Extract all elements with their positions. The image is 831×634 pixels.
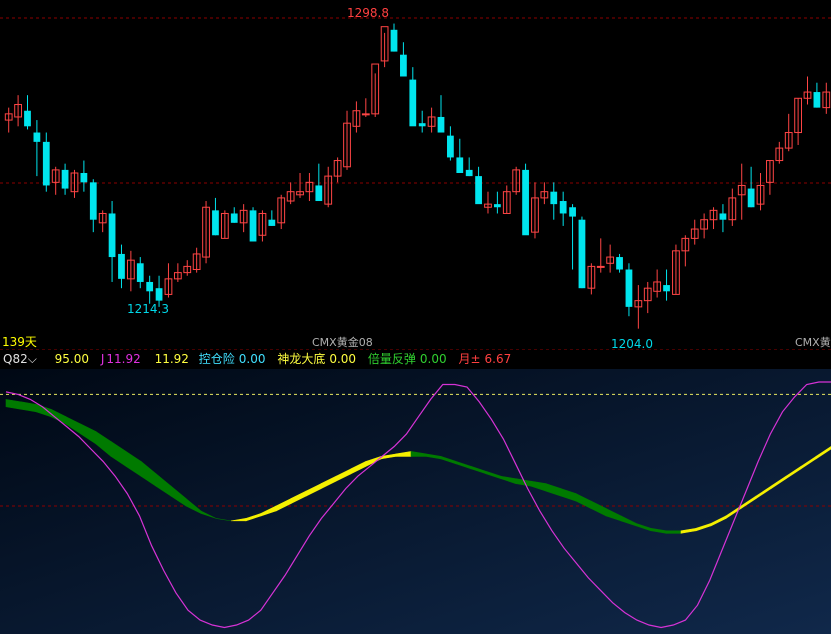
candle-body-76 [719,213,727,220]
symbol-label-right: CMX黄金 [795,335,831,349]
candle-body-22 [212,210,219,236]
candle-body-44 [418,123,426,127]
candle-body-8 [80,173,88,183]
candle-body-38 [361,113,370,116]
candle-body-52 [493,204,501,208]
candle-body-2 [24,110,31,127]
candle-body-16 [155,288,163,301]
candle-body-33 [315,185,323,202]
candle-body-58 [550,191,558,205]
envelope-segment-44 [665,530,682,534]
candle-body-15 [146,281,154,292]
candle-body-47 [447,135,454,158]
symbol-label-mid: CMX黄金08 [312,335,373,349]
indicator-name[interactable]: Q82 [3,352,28,366]
high-price-label: 1298.8 [347,6,389,20]
candle-body-65 [616,257,623,270]
level-value: 95.00 [54,352,90,366]
yue-label: 月± [458,352,481,366]
candle-body-66 [625,269,633,307]
candle-body-43 [409,79,417,127]
kongcang-label: 控仓险 [198,352,235,366]
kongcang-value: 0.00 [238,352,266,366]
candle-body-70 [663,285,670,292]
yue-value: 6.67 [484,352,512,366]
candle-body-6 [61,169,69,189]
candle-body-28 [268,219,276,226]
shenlong-value: 0.00 [329,352,357,366]
candle-body-46 [437,116,445,133]
candle-body-79 [747,188,755,208]
beiliang-value: 0.00 [419,352,447,366]
indicator-header: Q82⌵ 95.00 J 11.92 11.92 控仓险 0.00 神龙大底 0.00… [0,350,831,369]
low-price-label-2: 1204.0 [611,337,653,351]
j-label: J [100,352,105,366]
candle-body-14 [136,263,144,282]
j-value: 11.92 [106,352,141,366]
candle-body-11 [108,213,116,258]
candle-body-42 [400,54,407,77]
shenlong-label: 神龙大底 [277,352,326,366]
k-value: 11.92 [154,352,189,366]
candle-body-63 [596,265,605,268]
candle-body-26 [249,210,257,242]
period-count-label: 139天 [2,335,37,349]
candle-body-24 [230,213,238,223]
indicator-panel-bg [0,369,831,634]
candle-body-60 [569,207,576,217]
chevron-down-icon[interactable]: ⌵ [28,352,37,366]
candle-body-9 [89,182,97,220]
chart-stage: 1298.8 1214.3 1204.0 139天 CMX黄金08 CMX黄金 [0,0,831,634]
candle-body-86 [813,92,821,108]
candle-body-49 [465,169,473,177]
candle-body-59 [559,201,567,214]
candle-body-3 [33,132,41,142]
candle-body-4 [42,141,50,186]
price-panel-bg [0,0,831,350]
candle-body-48 [456,157,464,173]
low-price-label-1: 1214.3 [127,302,169,316]
candle-body-55 [522,169,529,236]
candle-body-61 [578,219,586,289]
beiliang-label: 倍量反弹 [367,352,416,366]
candle-body-41 [390,29,398,52]
candle-body-50 [475,176,482,205]
candle-body-12 [118,253,125,279]
